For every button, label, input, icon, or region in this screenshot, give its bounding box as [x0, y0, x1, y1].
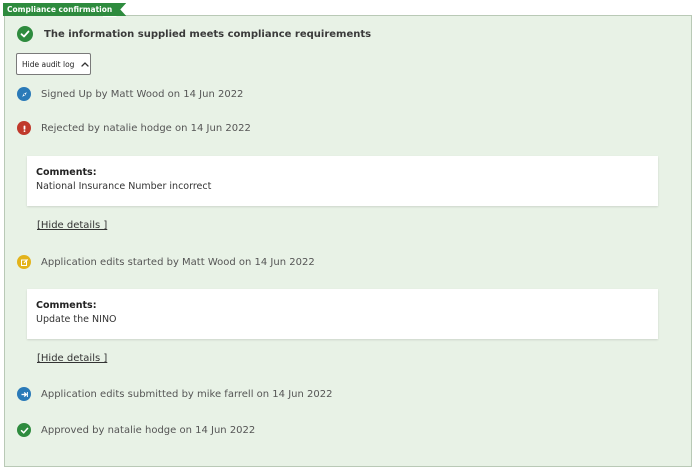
audit-event-text: Signed Up by Matt Wood on 14 Jun 2022	[41, 88, 244, 100]
comment-text: Update the NINO	[36, 314, 117, 325]
compass-icon	[17, 87, 31, 101]
audit-event-signed-up: Signed Up by Matt Wood on 14 Jun 2022	[17, 87, 243, 101]
audit-event-edits-started: Application edits started by Matt Wood o…	[17, 255, 315, 269]
hide-details-link[interactable]: [Hide details ]	[37, 220, 107, 231]
audit-event-rejected: Rejected by natalie hodge on 14 Jun 2022	[17, 121, 251, 135]
audit-event-text: Approved by natalie hodge on 14 Jun 2022	[41, 424, 256, 436]
audit-event-edits-submitted: Application edits submitted by mike farr…	[17, 387, 332, 401]
audit-event-approved: Approved by natalie hodge on 14 Jun 2022	[17, 423, 255, 437]
edit-icon	[17, 255, 31, 269]
compliance-tag: Compliance confirmation	[3, 3, 126, 16]
compliance-heading: The information supplied meets complianc…	[44, 28, 372, 40]
comment-label: Comments:	[36, 167, 97, 178]
audit-event-text: Rejected by natalie hodge on 14 Jun 2022	[41, 122, 251, 134]
submit-icon	[17, 387, 31, 401]
hide-details-link[interactable]: [Hide details ]	[37, 353, 107, 364]
audit-event-text: Application edits submitted by mike farr…	[41, 388, 333, 400]
comment-text: National Insurance Number incorrect	[36, 181, 212, 192]
hide-audit-log-button[interactable]: Hide audit log	[16, 53, 91, 75]
compliance-widget: Compliance confirmation The information …	[0, 0, 698, 473]
comment-box-edits: Comments: Update the NINO	[27, 289, 658, 339]
chevron-up-icon	[81, 61, 90, 67]
audit-event-text: Application edits started by Matt Wood o…	[41, 256, 315, 268]
comment-label: Comments:	[36, 300, 97, 311]
comment-box-rejected: Comments: National Insurance Number inco…	[27, 156, 658, 206]
compliance-header: The information supplied meets complianc…	[17, 26, 371, 42]
check-circle-icon	[17, 26, 33, 42]
check-icon	[17, 423, 31, 437]
exclamation-icon	[17, 121, 31, 135]
hide-audit-log-label: Hide audit log	[22, 59, 75, 69]
